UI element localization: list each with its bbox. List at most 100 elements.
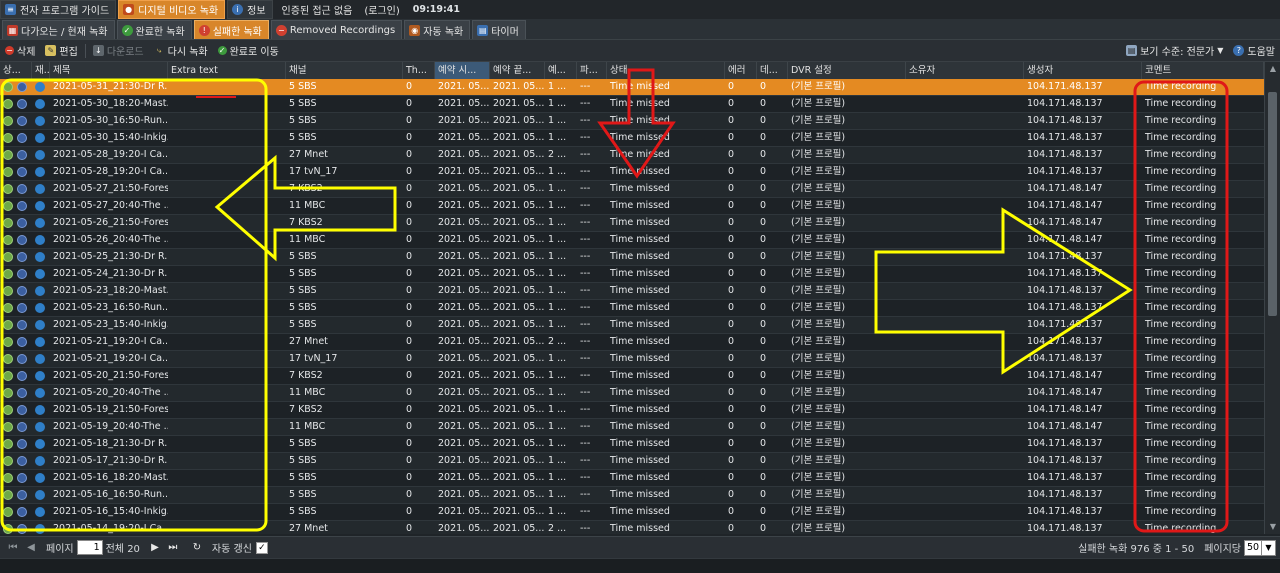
play-icon[interactable] [35, 422, 45, 432]
vertical-scrollbar[interactable]: ▲ ▼ [1264, 62, 1280, 534]
col-status-text[interactable]: 상태 [607, 62, 725, 79]
table-row[interactable]: 2021-05-19_20:40-The ... 11 MBC 0 2021. 05.… [0, 419, 1264, 436]
play-icon[interactable] [35, 133, 45, 143]
col-channel[interactable]: 채널 [286, 62, 403, 79]
play-icon[interactable] [35, 218, 45, 228]
table-row[interactable]: 2021-05-20_21:50-Forest 7 KBS2 0 2021. 05..… [0, 368, 1264, 385]
col-dvr[interactable]: DVR 설정 [788, 62, 906, 79]
table-row[interactable]: 2021-05-14_19:20-I Ca... 27 Mnet 0 2021. 05… [0, 521, 1264, 534]
play-icon[interactable] [35, 116, 45, 126]
play-icon[interactable] [35, 184, 45, 194]
play-icon[interactable] [35, 439, 45, 449]
table-row[interactable]: 2021-05-27_21:50-Forest 7 KBS2 0 2021. 05..… [0, 181, 1264, 198]
download-button[interactable]: ↓ 다운로드 [88, 42, 149, 60]
move-completed-button[interactable]: ✓ 완료로 이동 [213, 42, 284, 60]
play-icon[interactable] [35, 354, 45, 364]
play-icon[interactable] [35, 269, 45, 279]
col-creator[interactable]: 생성자 [1024, 62, 1142, 79]
page-input[interactable]: 1 [76, 540, 103, 555]
nav-info[interactable]: i 정보 [227, 0, 273, 19]
view-level-dropdown[interactable]: ▤ 보기 수준: 전문가 ▼ [1121, 42, 1228, 60]
table-row[interactable]: 2021-05-30_16:50-Run... 5 SBS 0 2021. 05...… [0, 113, 1264, 130]
play-icon[interactable] [35, 320, 45, 330]
table-row[interactable]: 2021-05-23_16:50-Run... 5 SBS 0 2021. 05...… [0, 300, 1264, 317]
col-status[interactable]: 상... [0, 62, 32, 79]
scroll-up-icon[interactable]: ▲ [1265, 62, 1280, 76]
prev-page-icon[interactable]: ◀ [24, 542, 38, 553]
table-row[interactable]: 2021-05-19_21:50-Forest 7 KBS2 0 2021. 05..… [0, 402, 1264, 419]
tab-completed[interactable]: ✓ 완료한 녹화 [116, 20, 192, 39]
play-icon[interactable] [35, 388, 45, 398]
table-row[interactable]: 2021-05-21_19:20-I Ca... 17 tvN_17 0 2021. … [0, 351, 1264, 368]
table-row[interactable]: 2021-05-31_21:30-Dr R... 5 SBS 0 2021. 05..… [0, 79, 1264, 96]
per-page-chevron-icon[interactable]: ▼ [1262, 539, 1276, 556]
scroll-thumb[interactable] [1268, 92, 1277, 316]
col-th[interactable]: Th... [403, 62, 435, 79]
play-icon[interactable] [35, 524, 45, 534]
play-icon[interactable] [35, 82, 45, 92]
table-row[interactable]: 2021-05-23_15:40-Inkig... 5 SBS 0 2021. 05.… [0, 317, 1264, 334]
table-row[interactable]: 2021-05-30_18:20-Mast... 5 SBS 0 2021. 05..… [0, 96, 1264, 113]
table-row[interactable]: 2021-05-16_15:40-Inkig... 5 SBS 0 2021. 05.… [0, 504, 1264, 521]
col-end[interactable]: 예약 끝... [490, 62, 545, 79]
play-icon[interactable] [35, 490, 45, 500]
play-icon[interactable] [35, 235, 45, 245]
play-icon[interactable] [35, 371, 45, 381]
play-icon[interactable] [35, 473, 45, 483]
tab-upcoming[interactable]: ▦ 다가오는 / 현재 녹화 [2, 20, 115, 39]
play-icon[interactable] [35, 150, 45, 160]
play-icon[interactable] [35, 405, 45, 415]
table-row[interactable]: 2021-05-16_18:20-Mast... 5 SBS 0 2021. 05..… [0, 470, 1264, 487]
col-owner[interactable]: 소유자 [906, 62, 1024, 79]
login-link[interactable]: (로그인) [361, 0, 402, 19]
per-page-select[interactable]: 50 [1244, 539, 1262, 556]
play-icon[interactable] [35, 201, 45, 211]
play-icon[interactable] [35, 99, 45, 109]
delete-button[interactable]: − 삭제 [0, 42, 40, 60]
table-row[interactable]: 2021-05-28_19:20-I Ca... 27 Mnet 0 2021. 05… [0, 147, 1264, 164]
col-c10[interactable]: 파... [577, 62, 607, 79]
tab-removed[interactable]: − Removed Recordings [270, 20, 403, 39]
table-row[interactable]: 2021-05-17_21:30-Dr R... 5 SBS 0 2021. 05..… [0, 453, 1264, 470]
col-extra[interactable]: Extra text [168, 62, 286, 79]
play-icon[interactable] [35, 303, 45, 313]
col-comment[interactable]: 코멘트 [1142, 62, 1264, 79]
table-row[interactable]: 2021-05-30_15:40-Inkig... 5 SBS 0 2021. 05.… [0, 130, 1264, 147]
tab-failed[interactable]: ! 실패한 녹화 [193, 20, 269, 39]
last-page-icon[interactable]: ⏭ [166, 542, 180, 553]
table-row[interactable]: 2021-05-25_21:30-Dr R... 5 SBS 0 2021. 05..… [0, 249, 1264, 266]
table-row[interactable]: 2021-05-28_19:20-I Ca... 17 tvN_17 0 2021. … [0, 164, 1264, 181]
col-c9[interactable]: 예... [545, 62, 577, 79]
play-icon[interactable] [35, 507, 45, 517]
table-row[interactable]: 2021-05-26_20:40-The ... 11 MBC 0 2021. 05.… [0, 232, 1264, 249]
table-row[interactable]: 2021-05-26_21:50-Forest 7 KBS2 0 2021. 05..… [0, 215, 1264, 232]
rerecord-button[interactable]: ⤷ 다시 녹화 [149, 42, 213, 60]
col-error[interactable]: 에러 [725, 62, 757, 79]
col-start[interactable]: 예약 시... [435, 62, 490, 79]
table-row[interactable]: 2021-05-20_20:40-The ... 11 MBC 0 2021. 05.… [0, 385, 1264, 402]
edit-button[interactable]: ✎ 편집 [40, 42, 82, 60]
play-icon[interactable] [35, 252, 45, 262]
scroll-down-icon[interactable]: ▼ [1265, 520, 1280, 534]
col-title[interactable]: 제목 [50, 62, 168, 79]
help-button[interactable]: ? 도움말 [1228, 42, 1280, 60]
table-row[interactable]: 2021-05-21_19:20-I Ca... 27 Mnet 0 2021. 05… [0, 334, 1264, 351]
next-page-icon[interactable]: ▶ [148, 542, 162, 553]
table-row[interactable]: 2021-05-23_18:20-Mast... 5 SBS 0 2021. 05..… [0, 283, 1264, 300]
col-rec[interactable]: 재... [32, 62, 50, 79]
play-icon[interactable] [35, 456, 45, 466]
refresh-icon[interactable]: ↻ [190, 542, 204, 553]
tab-timer[interactable]: ▤ 타이머 [472, 20, 526, 39]
auto-refresh-checkbox[interactable]: ✓ [255, 541, 268, 554]
play-icon[interactable] [35, 286, 45, 296]
table-row[interactable]: 2021-05-24_21:30-Dr R... 5 SBS 0 2021. 05..… [0, 266, 1264, 283]
nav-epg[interactable]: ≡ 전자 프로그램 가이드 [0, 0, 117, 19]
tab-autorec[interactable]: ◉ 자동 녹화 [404, 20, 471, 39]
table-row[interactable]: 2021-05-18_21:30-Dr R... 5 SBS 0 2021. 05..… [0, 436, 1264, 453]
table-row[interactable]: 2021-05-27_20:40-The ... 11 MBC 0 2021. 05.… [0, 198, 1264, 215]
col-data[interactable]: 데... [757, 62, 788, 79]
play-icon[interactable] [35, 337, 45, 347]
table-row[interactable]: 2021-05-16_16:50-Run... 5 SBS 0 2021. 05...… [0, 487, 1264, 504]
first-page-icon[interactable]: ⏮ [6, 542, 20, 553]
play-icon[interactable] [35, 167, 45, 177]
